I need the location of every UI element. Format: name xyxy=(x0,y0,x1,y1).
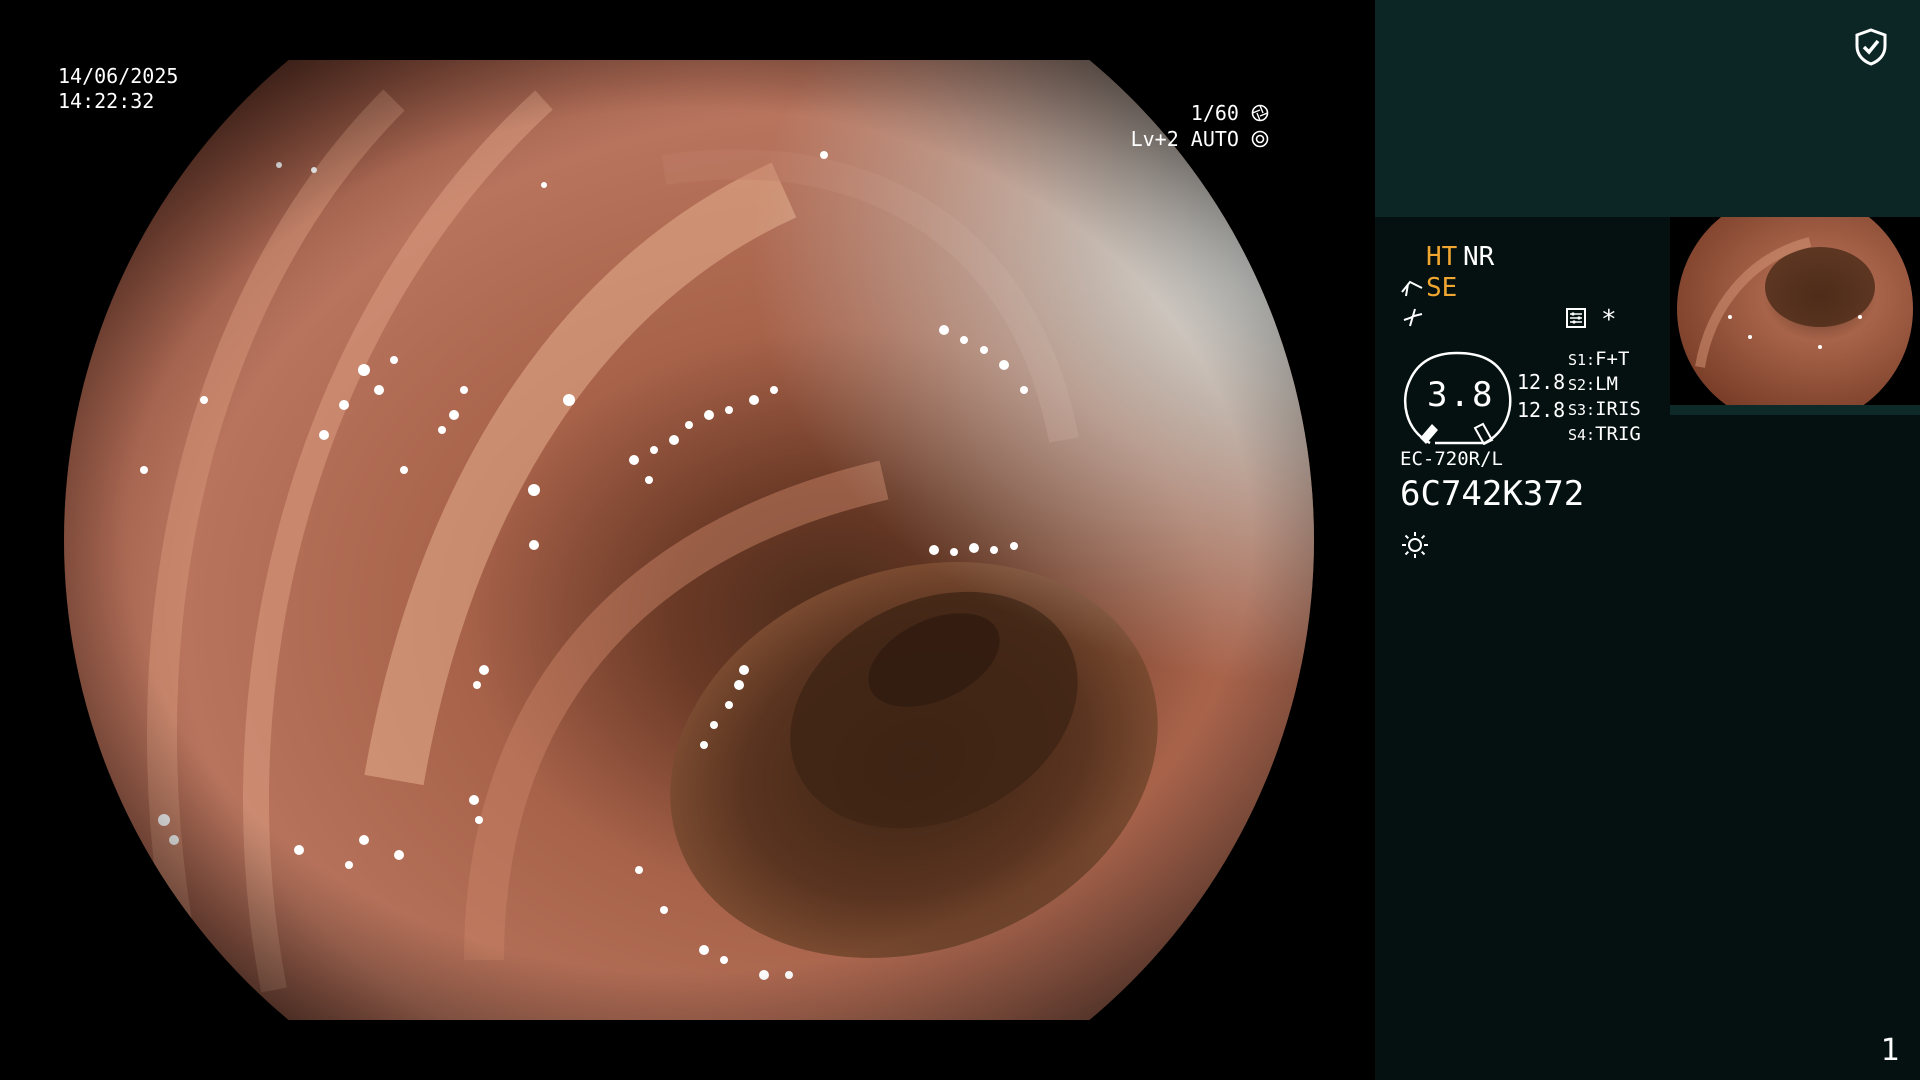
curve-icon xyxy=(1403,308,1423,327)
scope-model: EC-720R/L xyxy=(1400,448,1503,470)
gauge-value: 3.8 xyxy=(1427,375,1495,415)
shutter-icon xyxy=(1251,104,1269,122)
settings-list-icon xyxy=(1566,308,1586,328)
asterisk-indicator: * xyxy=(1601,305,1617,335)
gauge-number-2: 12.8 xyxy=(1517,398,1566,422)
switch-2: S2:LM xyxy=(1568,373,1618,395)
iris-icon xyxy=(1251,130,1269,148)
date-text: 14/06/2025 xyxy=(58,64,179,88)
info-side-panel: HT NR SE * 3.8 12.8 12.8 S1:F+T S2:LM S3… xyxy=(1375,0,1920,1080)
shield-check-icon[interactable] xyxy=(1854,28,1888,66)
gauge-number-1: 12.8 xyxy=(1517,370,1566,394)
scope-angle-icon xyxy=(1401,280,1423,297)
switch-1: S1:F+T xyxy=(1568,348,1630,370)
thumbnail-bar xyxy=(1670,405,1920,415)
switch-3: S3:IRIS xyxy=(1568,398,1641,420)
endoscope-image xyxy=(64,60,1314,1020)
exposure-display: 1/60 Lv+2 AUTO xyxy=(1131,100,1269,152)
time-text: 14:22:32 xyxy=(58,89,155,113)
scope-serial: 6C742K372 xyxy=(1400,474,1585,514)
ht-indicator: HT xyxy=(1426,242,1458,272)
page-number: 1 xyxy=(1880,1033,1900,1068)
nr-indicator: NR xyxy=(1463,242,1495,272)
panel-header-area xyxy=(1375,0,1920,217)
sun-icon xyxy=(1402,532,1428,558)
shutter-speed-text: 1/60 xyxy=(1190,101,1239,125)
captured-thumbnail[interactable] xyxy=(1670,217,1920,415)
light-level-text: Lv+2 AUTO xyxy=(1130,127,1239,151)
datetime-display: 14/06/2025 14:22:32 xyxy=(58,64,178,114)
switch-4: S4:TRIG xyxy=(1568,423,1641,445)
se-indicator: SE xyxy=(1426,273,1458,303)
